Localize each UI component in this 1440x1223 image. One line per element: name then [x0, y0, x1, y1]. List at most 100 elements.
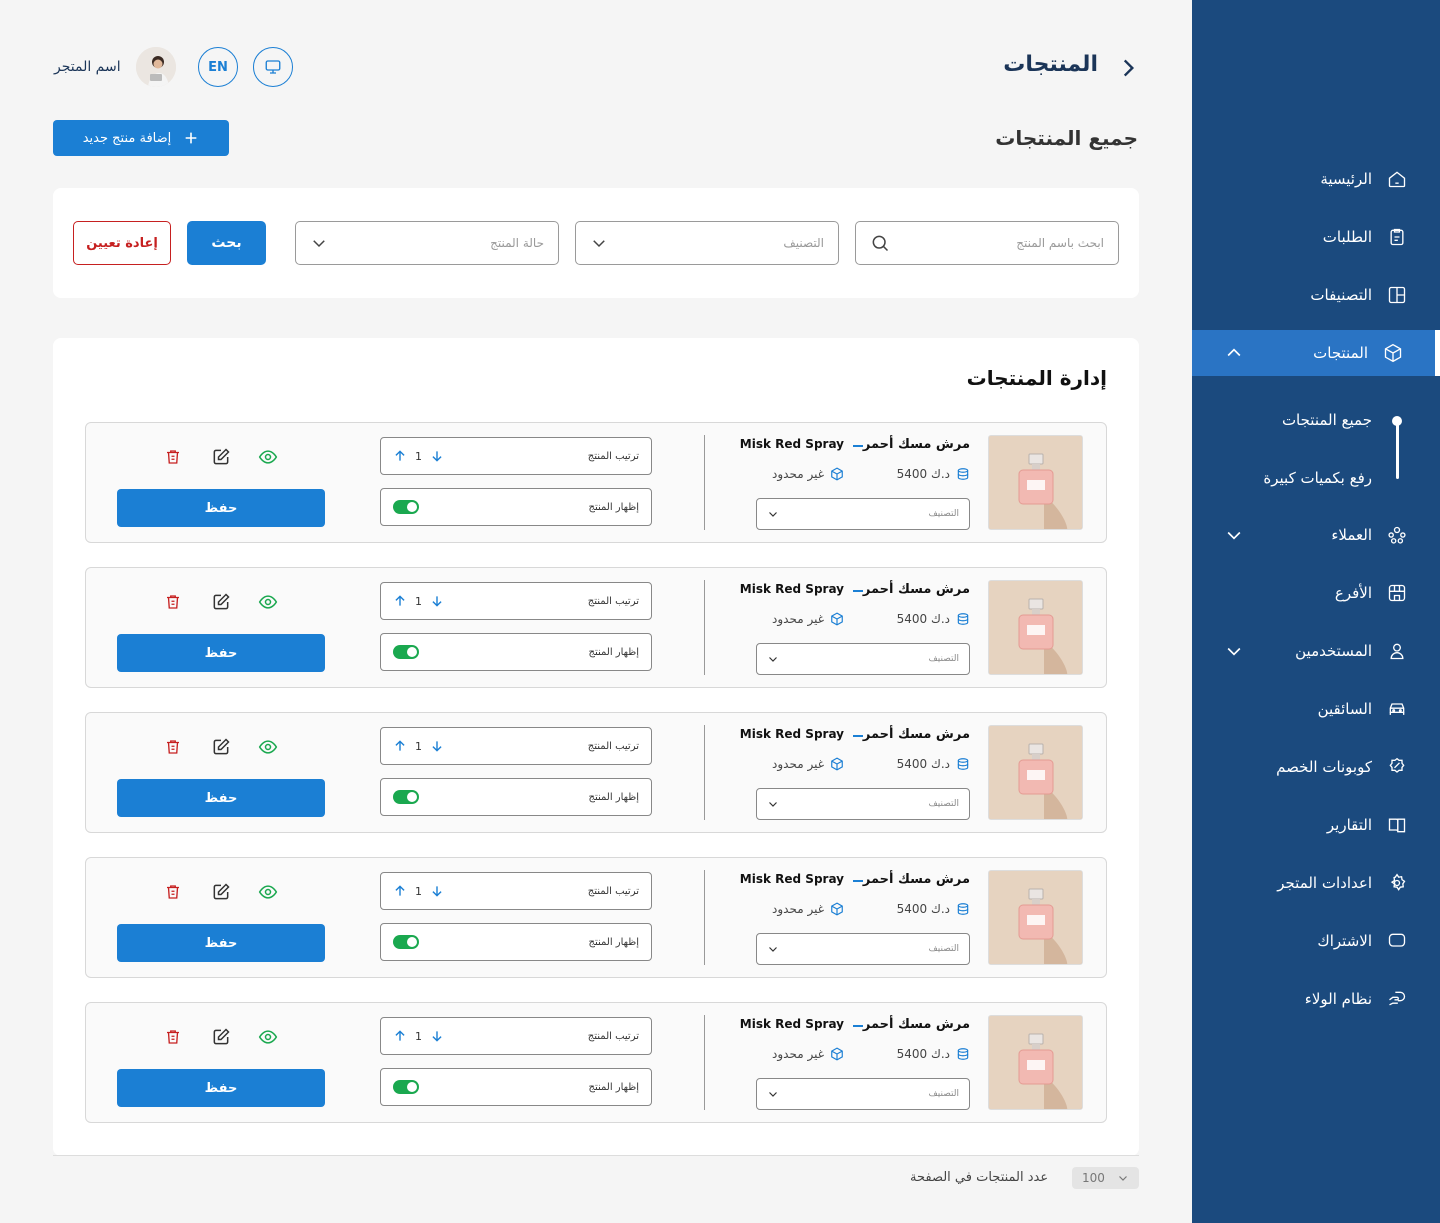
order-label: ترتيب المنتج	[587, 1030, 639, 1042]
name-separator	[853, 445, 863, 447]
reset-button[interactable]: إعادة تعيين	[73, 221, 171, 265]
arrow-up-icon[interactable]	[393, 1029, 407, 1043]
arrow-up-icon[interactable]	[393, 449, 407, 463]
sidebar-item-home[interactable]: الرئيسية	[1192, 156, 1440, 202]
delete-product-button[interactable]	[162, 1026, 184, 1048]
visibility-toggle[interactable]	[393, 790, 419, 804]
footer-divider	[53, 1155, 1139, 1156]
arrow-down-icon[interactable]	[430, 1029, 444, 1043]
sidebar-item-store-settings[interactable]: اعدادات المتجر	[1192, 860, 1440, 906]
product-visibility-control: إظهار المنتج	[380, 633, 652, 671]
per-page-select[interactable]: 100	[1072, 1167, 1139, 1189]
sidebar-item-label: اعدادات المتجر	[1277, 874, 1372, 892]
product-image[interactable]	[988, 435, 1083, 530]
product-name-en: Misk Red Spray	[739, 437, 844, 451]
order-value[interactable]: 1	[415, 450, 422, 463]
sidebar-item-products[interactable]: المنتجات	[1192, 330, 1436, 376]
order-value[interactable]: 1	[415, 595, 422, 608]
order-label: ترتيب المنتج	[587, 595, 639, 607]
save-button[interactable]: حفظ	[117, 1069, 325, 1107]
search-button[interactable]: بحث	[187, 221, 266, 265]
delete-product-button[interactable]	[162, 591, 184, 613]
category-select[interactable]: التصنيف	[575, 221, 839, 265]
sidebar-item-label: الاشتراك	[1317, 932, 1372, 950]
sidebar-subitem-bulk-upload[interactable]: رفع بكميات كبيرة	[1263, 469, 1372, 487]
product-row: مرش مسك أحمر Misk Red Spray 5400 د.ك غير…	[85, 1002, 1107, 1123]
view-product-button[interactable]	[257, 1026, 279, 1048]
arrow-down-icon[interactable]	[430, 594, 444, 608]
view-product-button[interactable]	[257, 881, 279, 903]
search-input[interactable]: ابحث باسم المنتج	[855, 221, 1119, 265]
arrow-up-icon[interactable]	[393, 594, 407, 608]
save-button[interactable]: حفظ	[117, 489, 325, 527]
product-image[interactable]	[988, 870, 1083, 965]
order-label: ترتيب المنتج	[587, 740, 639, 752]
sidebar-item-branches[interactable]: الأفرع	[1192, 570, 1440, 616]
sidebar-item-label: نظام الولاء	[1304, 990, 1372, 1008]
arrow-down-icon[interactable]	[430, 739, 444, 753]
order-value[interactable]: 1	[415, 740, 422, 753]
coins-icon	[957, 1048, 969, 1060]
sidebar-item-loyalty[interactable]: نظام الولاء	[1192, 976, 1440, 1022]
edit-product-button[interactable]	[210, 591, 232, 613]
product-image[interactable]	[988, 580, 1083, 675]
sidebar-item-customers[interactable]: العملاء	[1192, 512, 1440, 558]
divider	[704, 435, 705, 530]
arrow-down-icon[interactable]	[430, 884, 444, 898]
status-placeholder: حالة المنتج	[490, 236, 544, 250]
visibility-toggle[interactable]	[393, 500, 419, 514]
visibility-toggle[interactable]	[393, 1080, 419, 1094]
product-category-select[interactable]: التصنيف	[756, 788, 970, 820]
edit-product-button[interactable]	[210, 1026, 232, 1048]
product-category-select[interactable]: التصنيف	[756, 1078, 970, 1110]
avatar[interactable]	[136, 47, 176, 87]
chevron-down-icon[interactable]	[1224, 525, 1244, 545]
visibility-toggle[interactable]	[393, 645, 419, 659]
order-value[interactable]: 1	[415, 1030, 422, 1043]
product-image[interactable]	[988, 725, 1083, 820]
view-product-button[interactable]	[257, 736, 279, 758]
delete-product-button[interactable]	[162, 446, 184, 468]
edit-icon	[213, 448, 230, 465]
visibility-label: إظهار المنتج	[588, 501, 640, 513]
arrow-up-icon[interactable]	[393, 884, 407, 898]
save-button[interactable]: حفظ	[117, 924, 325, 962]
product-row: مرش مسك أحمر Misk Red Spray 5400 د.ك غير…	[85, 567, 1107, 688]
view-product-button[interactable]	[257, 446, 279, 468]
status-select[interactable]: حالة المنتج	[295, 221, 559, 265]
delete-product-button[interactable]	[162, 736, 184, 758]
visibility-toggle[interactable]	[393, 935, 419, 949]
sidebar-subitem-all-products[interactable]: جميع المنتجات	[1282, 411, 1372, 429]
sidebar-item-categories[interactable]: التصنيفات	[1192, 272, 1440, 318]
product-category-select[interactable]: التصنيف	[756, 933, 970, 965]
add-product-button[interactable]: إضافة منتج جديد	[53, 120, 229, 156]
product-category-select[interactable]: التصنيف	[756, 498, 970, 530]
desktop-view-button[interactable]	[253, 47, 293, 87]
language-toggle-button[interactable]: EN	[198, 47, 238, 87]
product-stock: غير محدود	[772, 757, 844, 771]
submenu-track	[1396, 423, 1399, 479]
save-button[interactable]: حفظ	[117, 634, 325, 672]
order-value[interactable]: 1	[415, 885, 422, 898]
chevron-down-icon[interactable]	[1224, 641, 1244, 661]
sidebar-item-reports[interactable]: التقارير	[1192, 802, 1440, 848]
edit-product-button[interactable]	[210, 736, 232, 758]
sidebar-item-users[interactable]: المستخدمين	[1192, 628, 1440, 674]
product-category-select[interactable]: التصنيف	[756, 643, 970, 675]
arrow-down-icon[interactable]	[430, 449, 444, 463]
edit-product-button[interactable]	[210, 446, 232, 468]
sidebar-item-subscription[interactable]: الاشتراك	[1192, 918, 1440, 964]
sidebar-item-drivers[interactable]: السائقين	[1192, 686, 1440, 732]
sidebar-item-coupons[interactable]: كوبونات الخصم	[1192, 744, 1440, 790]
edit-product-button[interactable]	[210, 881, 232, 903]
back-chevron-icon[interactable]	[1115, 55, 1141, 81]
chevron-up-icon[interactable]	[1224, 343, 1244, 363]
box-icon	[831, 467, 843, 481]
view-product-button[interactable]	[257, 591, 279, 613]
delete-product-button[interactable]	[162, 881, 184, 903]
arrow-up-icon[interactable]	[393, 739, 407, 753]
save-button[interactable]: حفظ	[117, 779, 325, 817]
price-value: 5400 د.ك	[896, 467, 950, 481]
sidebar-item-orders[interactable]: الطلبات	[1192, 214, 1440, 260]
product-image[interactable]	[988, 1015, 1083, 1110]
